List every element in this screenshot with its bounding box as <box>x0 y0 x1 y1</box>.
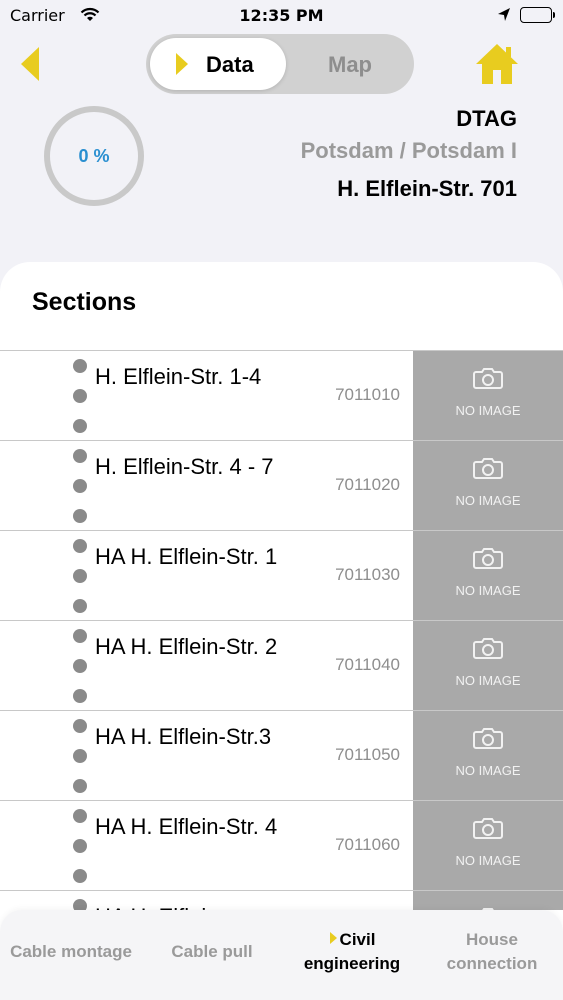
section-code: 7011010 <box>335 385 400 404</box>
no-image-label: NO IMAGE <box>455 493 521 508</box>
section-name: HA H. Elflein-Str.3 <box>95 724 272 749</box>
camera-icon <box>473 818 503 839</box>
section-name: HA H. Elflein-Str. 1 <box>95 544 278 569</box>
no-image-label: NO IMAGE <box>455 583 521 598</box>
section-image-placeholder[interactable]: NO IMAGE <box>413 441 563 530</box>
camera-icon <box>473 728 503 749</box>
section-image-placeholder[interactable]: NO IMAGE <box>413 351 563 440</box>
section-name: H. Elflein-Str. 4 - 7 <box>95 454 274 479</box>
section-code: 7011060 <box>335 835 400 854</box>
section-image-placeholder[interactable]: NO IMAGE <box>413 531 563 620</box>
sections-list[interactable]: H. Elflein-Str. 1-4 7011010 NO IMAGE H. … <box>0 350 563 910</box>
section-row[interactable]: HA H. Elflein-Str. 2 7011040 NO IMAGE <box>0 620 563 710</box>
section-code: 7011030 <box>335 565 400 584</box>
status-dots <box>73 539 87 617</box>
bottom-tab-bar: Cable montage Cable pull Civil engineeri… <box>0 910 563 1000</box>
section-image-placeholder[interactable]: NO IMAGE <box>413 711 563 800</box>
section-code: 7011050 <box>335 745 400 764</box>
no-image-label: NO IMAGE <box>455 853 521 868</box>
no-image-label: NO IMAGE <box>455 673 521 688</box>
section-row[interactable]: HA H. Elflein-Str. 4 7011060 NO IMAGE <box>0 800 563 890</box>
status-bar: Carrier 12:35 PM <box>0 0 563 32</box>
sections-title: Sections <box>32 288 137 316</box>
tab-house-line2: connection <box>446 954 538 973</box>
tab-civil-line2: engineering <box>303 954 401 973</box>
section-code: 7011020 <box>335 475 400 494</box>
project-street: H. Elflein-Str. 701 <box>337 176 517 201</box>
tab-house-connection[interactable]: House connection <box>424 928 560 976</box>
section-image-placeholder[interactable]: NO IMAGE <box>413 801 563 890</box>
section-name: HA H. Elflein- <box>95 901 295 910</box>
project-company: DTAG <box>456 106 517 131</box>
selected-triangle-icon <box>176 53 188 75</box>
status-dots <box>73 629 87 707</box>
section-image-placeholder[interactable] <box>413 891 563 910</box>
camera-icon <box>473 458 503 479</box>
section-image-placeholder[interactable]: NO IMAGE <box>413 621 563 710</box>
project-city: Potsdam / Potsdam I <box>300 138 517 163</box>
back-button[interactable] <box>18 46 42 82</box>
section-name: HA H. Elflein-Str. 4 <box>95 814 278 839</box>
clock: 12:35 PM <box>239 6 324 25</box>
home-icon <box>476 44 518 84</box>
battery-icon <box>520 7 555 23</box>
camera-icon <box>473 548 503 569</box>
section-row[interactable]: H. Elflein-Str. 1-4 7011010 NO IMAGE <box>0 350 563 440</box>
status-dots <box>73 719 87 797</box>
tab-cable-pull[interactable]: Cable pull <box>150 940 274 964</box>
section-code: 7011040 <box>335 655 400 674</box>
segment-map[interactable]: Map <box>286 52 414 78</box>
section-name: H. Elflein-Str. 1-4 <box>95 364 262 389</box>
section-row[interactable]: HA H. Elflein- <box>0 890 563 910</box>
no-image-label: NO IMAGE <box>455 763 521 778</box>
selected-triangle-icon <box>329 932 337 944</box>
tab-civil-line1: Civil <box>339 930 376 949</box>
segment-data-label: Data <box>206 52 254 77</box>
segment-data[interactable]: Data <box>150 38 286 90</box>
location-arrow-icon <box>497 7 511 27</box>
section-row[interactable]: HA H. Elflein-Str. 1 7011030 NO IMAGE <box>0 530 563 620</box>
section-name: HA H. Elflein-Str. 2 <box>95 634 278 659</box>
status-dots <box>73 809 87 887</box>
tab-civil-engineering[interactable]: Civil engineering <box>284 928 420 976</box>
status-dots <box>73 359 87 437</box>
status-dots <box>73 449 87 527</box>
tab-cable-montage[interactable]: Cable montage <box>0 940 142 964</box>
sections-card: Sections H. Elflein-Str. 1-4 7011010 NO … <box>0 262 563 962</box>
camera-icon <box>473 368 503 389</box>
camera-icon <box>473 638 503 659</box>
back-arrow-icon <box>21 47 39 81</box>
home-button[interactable] <box>474 42 520 86</box>
data-map-segmented-control: Data Map <box>146 34 414 94</box>
progress-label: 0 % <box>78 145 110 166</box>
no-image-label: NO IMAGE <box>455 403 521 418</box>
status-dots <box>73 899 87 910</box>
section-row[interactable]: HA H. Elflein-Str.3 7011050 NO IMAGE <box>0 710 563 800</box>
progress-indicator: 0 % <box>44 106 144 206</box>
tab-house-line1: House <box>466 930 518 949</box>
section-row[interactable]: H. Elflein-Str. 4 - 7 7011020 NO IMAGE <box>0 440 563 530</box>
